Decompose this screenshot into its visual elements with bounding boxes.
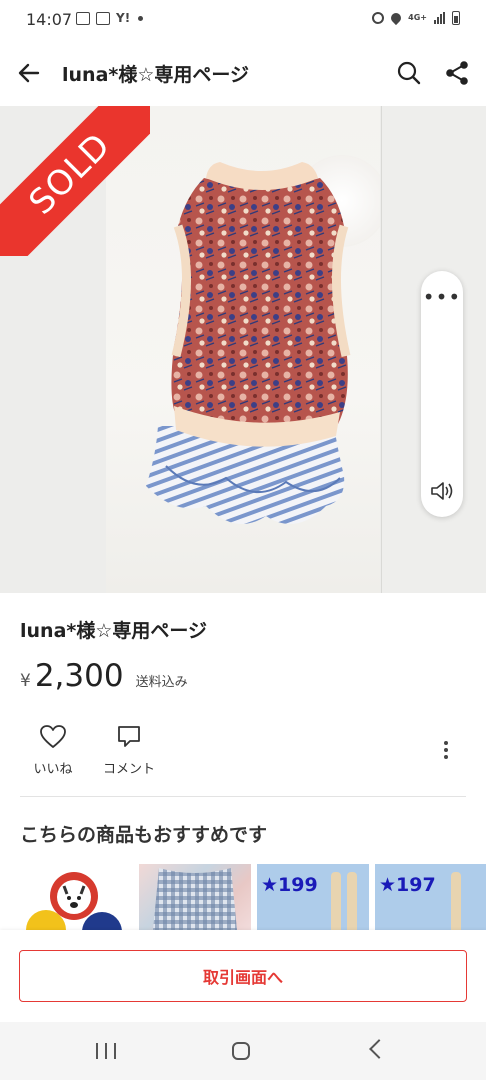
shipping-note: 送料込み bbox=[135, 675, 188, 690]
battery-icon bbox=[452, 11, 460, 25]
buttons-badge-image bbox=[26, 872, 122, 930]
media-controls: ••• bbox=[421, 271, 463, 517]
recommendation-label: ★197 bbox=[379, 874, 436, 896]
recommendations-strip: ★199 ★197 bbox=[0, 864, 486, 930]
more-vert-button[interactable] bbox=[434, 738, 458, 762]
heart-icon bbox=[40, 725, 66, 748]
currency-symbol: ¥ bbox=[20, 671, 31, 691]
back-icon[interactable] bbox=[369, 1039, 389, 1059]
recommendations-title: こちらの商品もおすすめです bbox=[20, 824, 268, 846]
notification-icons: Y! bbox=[76, 11, 144, 25]
comment-button[interactable]: コメント bbox=[98, 724, 160, 777]
more-vert-icon bbox=[444, 741, 448, 759]
gingham-garment-image bbox=[153, 868, 237, 930]
product-image-carousel[interactable]: SOLD ••• bbox=[0, 106, 486, 593]
comment-icon bbox=[118, 726, 140, 747]
recommendation-item[interactable] bbox=[139, 864, 251, 930]
sold-label: SOLD bbox=[21, 125, 119, 223]
app-header: luna*様☆専用ページ bbox=[0, 40, 486, 106]
more-options-icon[interactable]: ••• bbox=[421, 287, 463, 307]
speaker-icon bbox=[431, 482, 453, 500]
price-row: ¥ 2,300 送料込み bbox=[20, 658, 188, 694]
product-title: luna*様☆専用ページ bbox=[20, 620, 207, 642]
system-icons: 4G+ bbox=[372, 10, 460, 26]
alarm-icon bbox=[372, 12, 385, 24]
status-time: 14:07 bbox=[26, 10, 73, 29]
system-nav-bar bbox=[0, 1022, 486, 1080]
share-button[interactable] bbox=[442, 58, 472, 88]
signal-icon bbox=[434, 12, 445, 24]
search-icon bbox=[397, 61, 421, 85]
status-bar: 14:07 Y! 4G+ bbox=[0, 0, 486, 40]
recommendation-item[interactable] bbox=[20, 864, 132, 930]
price-value: 2,300 bbox=[34, 658, 124, 694]
more-notifications-dot-icon bbox=[138, 16, 144, 21]
search-button[interactable] bbox=[394, 58, 424, 88]
go-to-transaction-button[interactable]: 取引画面へ bbox=[19, 950, 467, 1002]
recommendation-item[interactable]: ★199 bbox=[257, 864, 369, 930]
section-divider bbox=[20, 796, 466, 797]
volume-button[interactable] bbox=[429, 479, 455, 503]
page-title: luna*様☆専用ページ bbox=[62, 64, 249, 86]
wood-stick-image bbox=[451, 872, 461, 930]
bottom-cta-bar: 取引画面へ bbox=[0, 930, 486, 1022]
back-button[interactable] bbox=[14, 55, 46, 91]
home-icon[interactable] bbox=[232, 1042, 250, 1060]
share-icon bbox=[446, 61, 468, 85]
like-label: いいね bbox=[33, 762, 73, 777]
sold-banner: SOLD bbox=[0, 106, 150, 256]
image-notification-icon bbox=[76, 12, 90, 25]
location-icon bbox=[389, 10, 404, 26]
yahoo-notification-icon: Y! bbox=[116, 11, 131, 25]
arrow-left-icon bbox=[18, 63, 40, 83]
recent-apps-icon[interactable] bbox=[96, 1043, 116, 1059]
comment-label: コメント bbox=[102, 762, 155, 777]
wood-stick-image bbox=[347, 872, 357, 930]
network-type-icon: 4G+ bbox=[408, 13, 427, 22]
like-button[interactable]: いいね bbox=[28, 724, 78, 777]
wood-stick-image bbox=[331, 872, 341, 930]
recommendation-item[interactable]: ★197 bbox=[375, 864, 486, 930]
recommendation-label: ★199 bbox=[261, 874, 318, 896]
news-notification-icon bbox=[96, 12, 110, 25]
